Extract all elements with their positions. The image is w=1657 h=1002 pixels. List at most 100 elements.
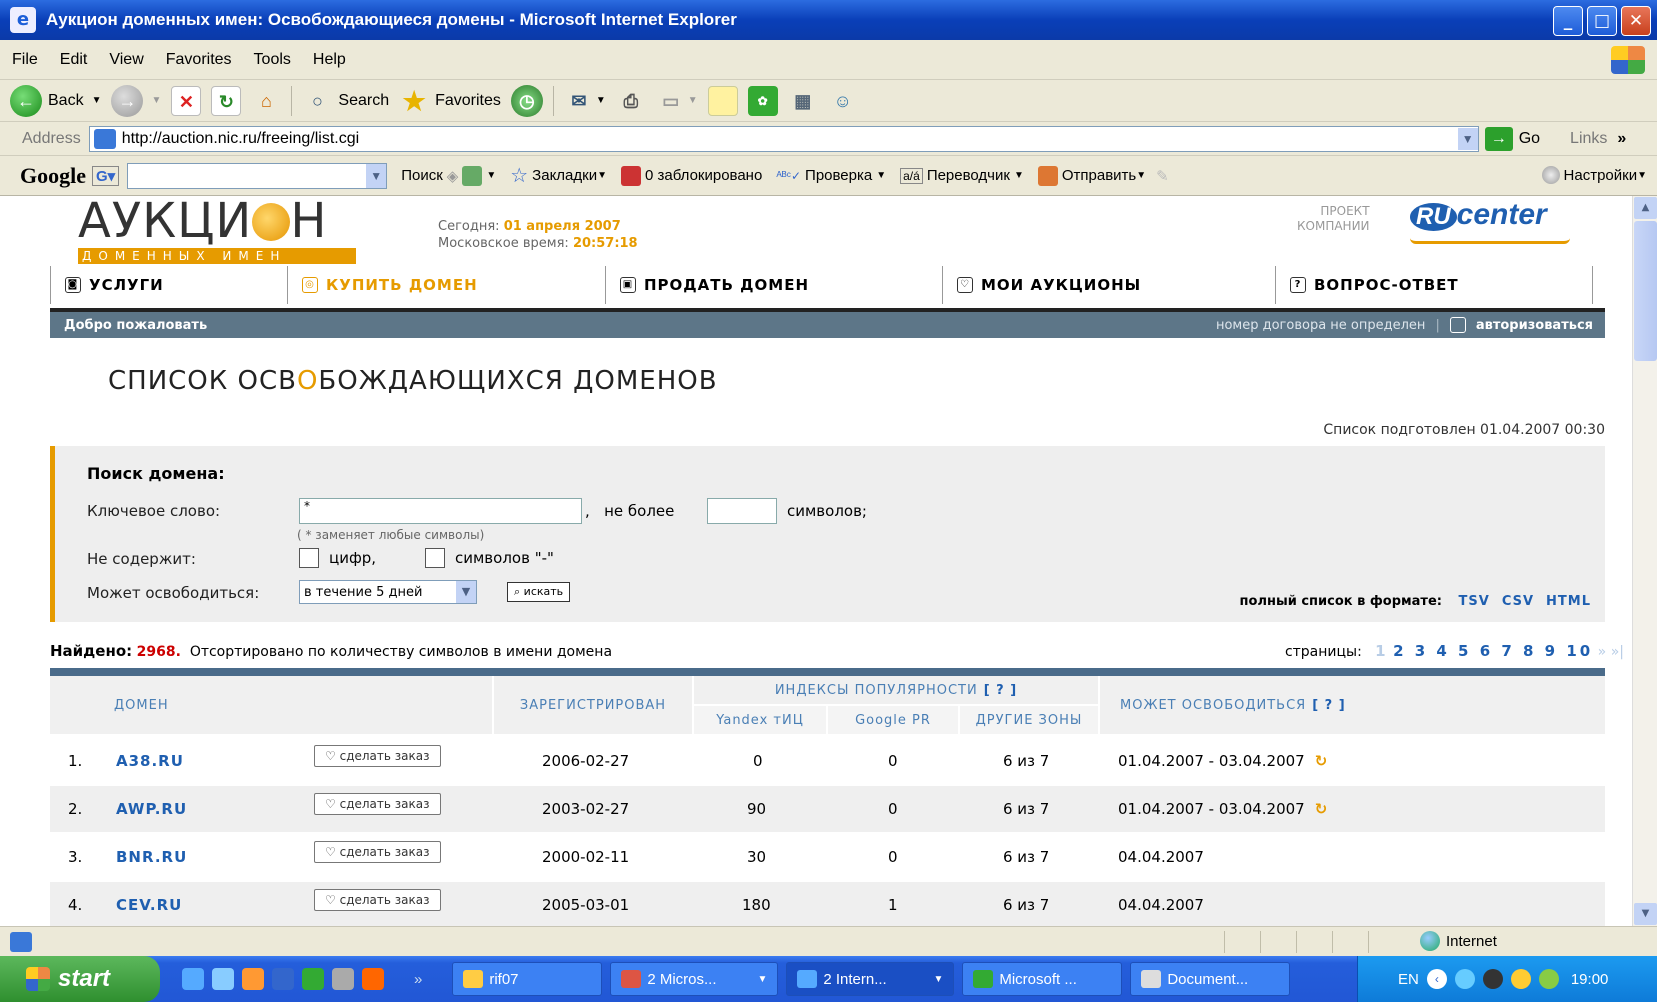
domain-link[interactable]: CEV.RU <box>116 896 182 914</box>
period-select[interactable]: в течение 5 дней ▼ <box>299 580 477 604</box>
media-player-icon[interactable] <box>362 968 384 990</box>
nav-sell-domain[interactable]: ▣ ПРОДАТЬ ДОМЕН <box>605 266 942 304</box>
minimize-button[interactable]: _ <box>1553 6 1583 36</box>
search-submit-button[interactable]: ⌕ искать <box>507 582 571 602</box>
menu-edit[interactable]: Edit <box>60 51 88 69</box>
bookmarks-button[interactable]: ☆ Закладки ▼ <box>510 163 607 188</box>
no-digits-checkbox[interactable]: цифр, <box>299 548 376 568</box>
last-page-link[interactable]: »| <box>1611 644 1624 660</box>
word-icon[interactable] <box>272 968 294 990</box>
domain-link[interactable]: AWP.RU <box>116 800 187 818</box>
stop-button[interactable]: ✕ <box>171 85 202 116</box>
back-dropdown-icon[interactable]: ▼ <box>92 95 102 106</box>
order-button[interactable]: ♡ сделать заказ <box>314 841 441 863</box>
task-document[interactable]: Document... <box>1130 962 1291 996</box>
col-zones[interactable]: ДРУГИЕ ЗОНЫ <box>960 706 1098 734</box>
task-internet-explorer[interactable]: 2 Intern... ▼ <box>786 962 955 996</box>
scroll-thumb[interactable] <box>1634 221 1657 361</box>
auction-logo[interactable]: АУКЦИ Н ДОМЕННЫХ ИМЕН <box>78 197 356 264</box>
translate-button[interactable]: a/á Переводчик ▼ <box>900 167 1024 184</box>
export-tsv-link[interactable]: TSV <box>1459 594 1490 609</box>
login-link[interactable]: авторизоваться <box>1476 318 1593 333</box>
search-button[interactable]: ○ Search <box>302 86 389 116</box>
may-free-help-link[interactable]: [ ? ] <box>1312 698 1345 713</box>
col-registered[interactable]: ЗАРЕГИСТРИРОВАН <box>494 676 692 734</box>
col-google[interactable]: Google PR <box>828 706 958 734</box>
domain-link[interactable]: BNR.RU <box>116 848 187 866</box>
chevron-right-icon[interactable]: » <box>1617 130 1626 148</box>
menu-tools[interactable]: Tools <box>254 51 291 69</box>
tray-chevron-icon[interactable]: ‹ <box>1426 969 1447 989</box>
max-length-input[interactable] <box>707 498 777 524</box>
google-search-input[interactable]: ▼ <box>127 162 388 189</box>
settings-button[interactable]: Настройки ▼ <box>1541 166 1647 184</box>
nav-faq[interactable]: ? ВОПРОС-ОТВЕТ <box>1275 266 1593 304</box>
tray-app-icon[interactable] <box>1482 969 1503 989</box>
history-button[interactable]: ◷ <box>510 84 543 117</box>
refresh-button[interactable]: ↻ <box>211 85 242 116</box>
menu-view[interactable]: View <box>109 51 143 69</box>
vertical-scrollbar[interactable]: ▲ ▼ <box>1632 196 1657 926</box>
next-page-link[interactable]: » <box>1598 644 1607 660</box>
export-csv-link[interactable]: CSV <box>1502 594 1534 609</box>
messenger-tray-icon[interactable] <box>1538 969 1559 989</box>
task-rif07[interactable]: rif07 <box>452 962 603 996</box>
print-button[interactable]: ⎙ <box>616 86 646 116</box>
google-logo[interactable]: Google <box>20 163 86 189</box>
network-icon[interactable] <box>1454 969 1475 989</box>
quicklaunch-chevron-icon[interactable]: » <box>414 971 422 988</box>
outlook-icon[interactable] <box>242 968 264 990</box>
mail-button[interactable]: ✉ ▼ <box>564 86 605 116</box>
forward-button[interactable]: → ▼ <box>111 84 161 117</box>
google-dropdown-icon[interactable]: ▼ <box>366 163 387 188</box>
forward-dropdown-icon[interactable]: ▼ <box>151 95 161 106</box>
edit-button[interactable]: ▭ ▼ <box>656 86 697 116</box>
language-indicator[interactable]: EN <box>1398 971 1419 988</box>
task-excel[interactable]: Microsoft ... <box>962 962 1123 996</box>
keyword-input[interactable]: * <box>299 498 582 524</box>
desktop-icon[interactable] <box>212 968 234 990</box>
popularity-help-link[interactable]: [ ? ] <box>984 683 1017 698</box>
messenger-button[interactable]: ✿ <box>747 85 778 116</box>
menu-help[interactable]: Help <box>313 51 346 69</box>
menu-favorites[interactable]: Favorites <box>166 51 232 69</box>
task-powerpoint[interactable]: 2 Micros... ▼ <box>610 962 779 996</box>
menu-file[interactable]: File <box>12 51 38 69</box>
close-button[interactable]: ✕ <box>1621 6 1651 36</box>
paint-icon[interactable] <box>332 968 354 990</box>
rucenter-logo[interactable]: RU center <box>1410 198 1570 244</box>
order-button[interactable]: ♡ сделать заказ <box>314 793 441 815</box>
research-button[interactable]: ▦ <box>788 86 818 116</box>
export-html-link[interactable]: HTML <box>1546 594 1591 609</box>
security-tray-icon[interactable] <box>1510 969 1531 989</box>
domain-link[interactable]: A38.RU <box>116 752 184 770</box>
google-search-button[interactable]: Поиск ◈ ▼ <box>401 165 496 186</box>
contacts-button[interactable]: ☺ <box>828 86 858 116</box>
scroll-up-icon[interactable]: ▲ <box>1634 197 1657 219</box>
col-yandex[interactable]: Yandex тИЦ <box>694 706 826 734</box>
address-dropdown-icon[interactable]: ▼ <box>1457 127 1478 150</box>
notes-button[interactable] <box>707 85 738 116</box>
order-button[interactable]: ♡ сделать заказ <box>314 889 441 911</box>
go-button[interactable]: → Go <box>1484 126 1540 151</box>
ie-quicklaunch-icon[interactable] <box>182 968 204 990</box>
favorites-button[interactable]: ★ Favorites <box>399 86 500 116</box>
links-button[interactable]: Links <box>1570 130 1607 148</box>
excel-icon[interactable] <box>302 968 324 990</box>
send-button[interactable]: Отправить ▼ ✎ <box>1037 165 1169 186</box>
maximize-button[interactable]: □ <box>1587 6 1617 36</box>
no-dash-checkbox[interactable]: символов "-" <box>425 548 554 568</box>
start-button[interactable]: start <box>0 956 160 1002</box>
google-g-icon[interactable]: G▾ <box>92 165 120 186</box>
col-domain[interactable]: ДОМЕН <box>50 676 492 734</box>
address-input[interactable]: http://auction.nic.ru/freeing/list.cgi ▼ <box>88 125 1479 152</box>
order-button[interactable]: ♡ сделать заказ <box>314 745 441 767</box>
popup-blocker[interactable]: 0 заблокировано <box>621 165 762 186</box>
page-links[interactable]: 2 3 4 5 6 7 8 9 10 <box>1393 642 1593 660</box>
back-button[interactable]: ← Back ▼ <box>10 84 102 117</box>
scroll-down-icon[interactable]: ▼ <box>1634 903 1657 925</box>
nav-buy-domain[interactable]: ◎ КУПИТЬ ДОМЕН <box>287 266 605 304</box>
home-button[interactable]: ⌂ <box>251 86 281 116</box>
spellcheck-button[interactable]: ᴬᴮᶜ✓ Проверка ▼ <box>776 167 886 184</box>
nav-my-auctions[interactable]: ♡ МОИ АУКЦИОНЫ <box>942 266 1275 304</box>
